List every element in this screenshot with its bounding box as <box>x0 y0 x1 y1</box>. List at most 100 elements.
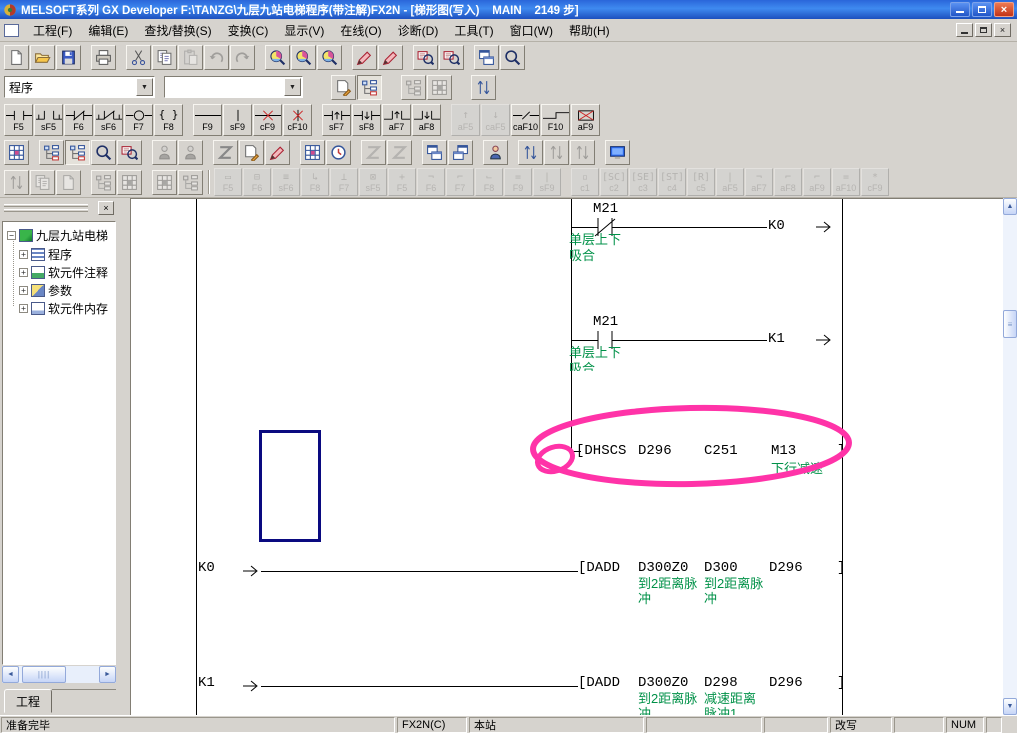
new-button[interactable] <box>4 45 29 70</box>
tree-item-device-comment[interactable]: + 软元件注释 <box>19 264 108 280</box>
block-convert-button[interactable] <box>300 140 325 165</box>
key-label: caF5 <box>485 122 505 132</box>
menu-window[interactable]: 窗口(W) <box>502 19 561 42</box>
panel-grip[interactable] <box>4 204 88 214</box>
split-window-button[interactable] <box>474 45 499 70</box>
expand-icon[interactable]: + <box>19 304 28 313</box>
restore-button[interactable] <box>972 2 992 17</box>
menu-convert[interactable]: 变换(C) <box>220 19 277 42</box>
invert-result-button[interactable]: caF10 <box>511 104 540 136</box>
expand-icon[interactable]: + <box>19 268 28 277</box>
write-mode-button[interactable] <box>352 45 377 70</box>
scroll-thumb[interactable]: ≡ <box>1003 310 1017 338</box>
closed-branch-button[interactable]: sF6 <box>94 104 123 136</box>
copy-button[interactable] <box>152 45 177 70</box>
scroll-thumb[interactable]: |||| <box>22 666 66 683</box>
minimize-button[interactable] <box>950 2 970 17</box>
cut-button[interactable] <box>126 45 151 70</box>
project-tab[interactable]: 工程 <box>4 689 52 713</box>
device-zoom-button[interactable] <box>439 45 464 70</box>
project-list-button[interactable] <box>357 75 382 100</box>
program-zoom-button[interactable] <box>500 45 525 70</box>
tree-item-parameter[interactable]: + 参数 <box>19 282 72 298</box>
align-a-button[interactable] <box>518 140 543 165</box>
align-c-button[interactable] <box>570 140 595 165</box>
falling-pulse-button[interactable]: sF8 <box>352 104 381 136</box>
rising-pulse-button[interactable]: sF7 <box>322 104 351 136</box>
menu-view[interactable]: 显示(V) <box>276 19 332 42</box>
key-label: cF10 <box>287 122 307 132</box>
comment-display-button[interactable] <box>39 140 64 165</box>
child-restore-button[interactable] <box>975 23 992 37</box>
scroll-left-icon[interactable]: ◄ <box>2 666 19 683</box>
program-type-combobox[interactable]: 程序 ▼ <box>4 76 155 98</box>
invert-result-icon <box>513 109 539 122</box>
tree-item-device-memory[interactable]: + 软元件内存 <box>19 300 108 316</box>
save-button[interactable] <box>56 45 81 70</box>
scroll-right-icon[interactable]: ► <box>99 666 116 683</box>
delete-hline-button[interactable]: cF9 <box>253 104 282 136</box>
open-branch-button[interactable]: sF5 <box>34 104 63 136</box>
close-button[interactable]: × <box>994 2 1014 17</box>
application-instruction-button[interactable]: { }F8 <box>154 104 183 136</box>
menu-find-replace[interactable]: 查找/替换(S) <box>136 19 219 42</box>
child-minimize-button[interactable] <box>956 23 973 37</box>
device-test-button[interactable] <box>265 140 290 165</box>
comment-monitor-button[interactable] <box>483 140 508 165</box>
instruction-list-button[interactable] <box>4 140 29 165</box>
tree-item-program[interactable]: + 程序 <box>19 246 72 262</box>
project-tree[interactable]: − 九层九站电梯 + 程序 + 软元件注释 + 参数 + <box>2 221 116 665</box>
open-button[interactable] <box>30 45 55 70</box>
tree-root[interactable]: − 九层九站电梯 <box>7 227 108 243</box>
time-monitor-button[interactable] <box>326 140 351 165</box>
ladder-editor-canvas[interactable]: M21 K0 单层上下 吸合 M21 K1 单层上下 吸合 [DHSCS D29… <box>130 198 1003 715</box>
scroll-up-icon[interactable]: ▲ <box>1003 198 1017 215</box>
falling-pulse-branch-button[interactable]: aF8 <box>412 104 441 136</box>
device-comment-edit-button[interactable] <box>117 140 142 165</box>
coil-button[interactable]: F7 <box>124 104 153 136</box>
dropdown-arrow-icon[interactable]: ▼ <box>284 78 301 96</box>
find-zoom-button[interactable] <box>91 140 116 165</box>
block-combobox[interactable]: ▼ <box>164 76 303 98</box>
menu-help[interactable]: 帮助(H) <box>561 19 618 42</box>
rising-pulse-branch-button[interactable]: aF7 <box>382 104 411 136</box>
delete-vline-button[interactable]: cF10 <box>283 104 312 136</box>
delete-rung-button[interactable]: aF9 <box>571 104 600 136</box>
find-device-button[interactable] <box>291 45 316 70</box>
menu-tools[interactable]: 工具(T) <box>446 19 501 42</box>
comment-edit-button[interactable] <box>331 75 356 100</box>
panel-close-button[interactable]: × <box>98 201 114 215</box>
mdi-child-icon[interactable] <box>4 24 19 37</box>
scroll-down-icon[interactable]: ▼ <box>1003 698 1017 715</box>
step-line-button[interactable]: F10 <box>541 104 570 136</box>
menu-online[interactable]: 在线(O) <box>332 19 389 42</box>
insert-write-button[interactable] <box>378 45 403 70</box>
ladder-edit-button[interactable] <box>239 140 264 165</box>
ladder-vertical-scrollbar[interactable]: ▲ ≡ ▼ <box>1003 198 1017 715</box>
next-window-button[interactable] <box>448 140 473 165</box>
data-transfer-button[interactable] <box>471 75 496 100</box>
statement-display-button[interactable] <box>65 140 90 165</box>
entry-monitor-button[interactable] <box>605 140 630 165</box>
panel-horizontal-scrollbar[interactable]: ◄ |||| ► <box>2 666 116 683</box>
closed-contact-button[interactable]: F6 <box>64 104 93 136</box>
expand-icon[interactable]: + <box>19 250 28 259</box>
find-circuit-button[interactable] <box>265 45 290 70</box>
menu-diagnostics[interactable]: 诊断(D) <box>390 19 447 42</box>
prev-window-button[interactable] <box>422 140 447 165</box>
open-contact-button[interactable]: F5 <box>4 104 33 136</box>
dropdown-arrow-icon[interactable]: ▼ <box>136 78 153 96</box>
find-instruction-button[interactable] <box>317 45 342 70</box>
print-button[interactable] <box>91 45 116 70</box>
circuit-zoom-button[interactable] <box>413 45 438 70</box>
menu-project[interactable]: 工程(F) <box>25 19 80 42</box>
collapse-icon[interactable]: − <box>7 231 16 240</box>
align-b-button[interactable] <box>544 140 569 165</box>
menu-edit[interactable]: 编辑(E) <box>80 19 136 42</box>
closed-contact-icon <box>66 109 92 122</box>
vertical-line-button[interactable]: sF9 <box>223 104 252 136</box>
device-batch-button[interactable] <box>213 140 238 165</box>
expand-icon[interactable]: + <box>19 286 28 295</box>
child-close-button[interactable]: × <box>994 23 1011 37</box>
horizontal-line-button[interactable]: F9 <box>193 104 222 136</box>
